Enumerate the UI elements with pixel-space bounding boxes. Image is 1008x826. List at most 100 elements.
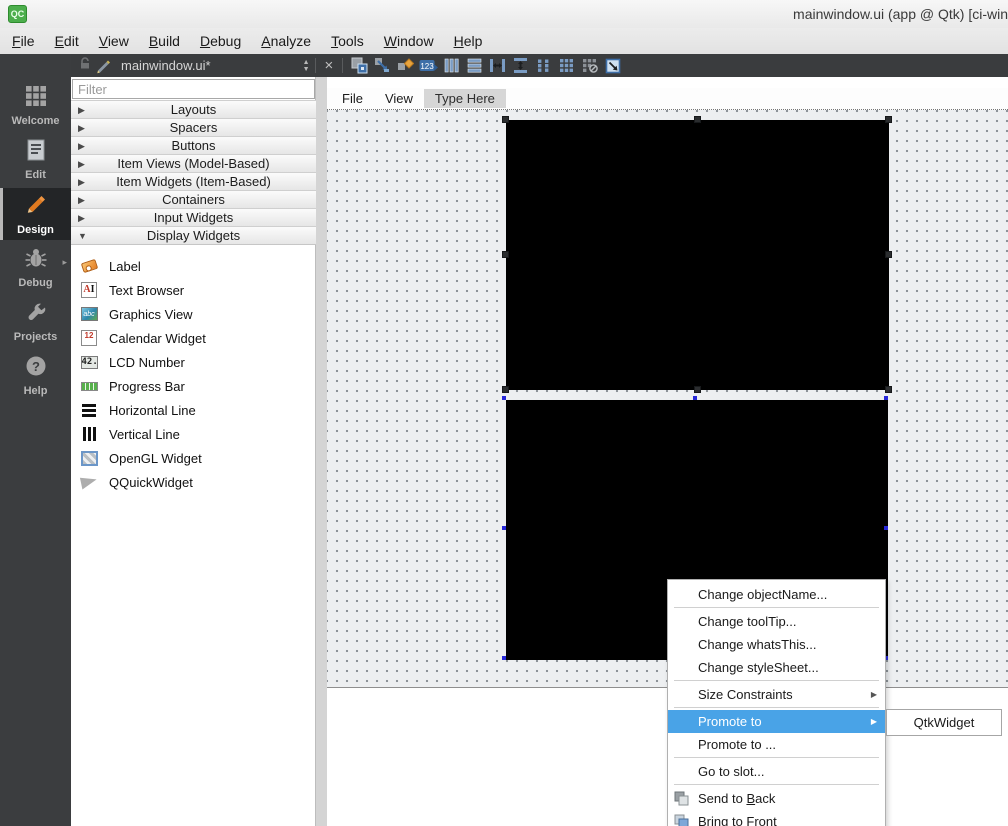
- edit-widgets-icon[interactable]: [348, 55, 371, 76]
- widget-filter-input[interactable]: [72, 79, 315, 99]
- resize-handle[interactable]: [502, 396, 506, 400]
- category-display-widgets[interactable]: ▼Display Widgets: [71, 226, 316, 245]
- category-item-views[interactable]: ▶Item Views (Model-Based): [71, 154, 316, 173]
- widget-calendar[interactable]: 12Calendar Widget: [71, 326, 316, 350]
- layout-grid-icon[interactable]: [555, 55, 578, 76]
- edit-buddies-icon[interactable]: [394, 55, 417, 76]
- widget-horizontal-line[interactable]: Horizontal Line: [71, 398, 316, 422]
- resize-handle[interactable]: [885, 386, 892, 393]
- menu-change-tooltip[interactable]: Change toolTip...: [668, 610, 885, 633]
- resize-handle[interactable]: [885, 251, 892, 258]
- open-document-name[interactable]: mainwindow.ui*: [121, 58, 211, 73]
- mode-help[interactable]: ? Help: [0, 350, 71, 402]
- horizontal-line-icon: [80, 401, 98, 419]
- menu-promote-to[interactable]: Promote to▶: [668, 710, 885, 733]
- resize-handle[interactable]: [885, 116, 892, 123]
- close-document-icon[interactable]: ×: [321, 57, 338, 74]
- menu-bring-to-front[interactable]: Bring to Front: [668, 810, 885, 826]
- resize-handle[interactable]: [502, 251, 509, 258]
- resize-handle[interactable]: [694, 386, 701, 393]
- menu-help-mnemonic: H: [454, 33, 464, 49]
- menu-separator: [674, 784, 879, 785]
- widget-qquick[interactable]: QQuickWidget: [71, 470, 316, 494]
- menu-send-to-back[interactable]: Send to Back: [668, 787, 885, 810]
- category-input-widgets[interactable]: ▶Input Widgets: [71, 208, 316, 227]
- widget-vertical-line[interactable]: Vertical Line: [71, 422, 316, 446]
- menu-go-to-slot[interactable]: Go to slot...: [668, 760, 885, 783]
- menu-help[interactable]: Help: [444, 30, 493, 52]
- promote-to-submenu: QtkWidget: [886, 709, 1002, 736]
- form-menu-view[interactable]: View: [374, 89, 424, 108]
- menu-promote-to-dialog[interactable]: Promote to ...: [668, 733, 885, 756]
- category-buttons[interactable]: ▶Buttons: [71, 136, 316, 155]
- mode-projects[interactable]: Projects: [0, 296, 71, 348]
- menu-edit[interactable]: Edit: [45, 30, 89, 52]
- widget-label[interactable]: Label: [71, 254, 316, 278]
- menu-analyze[interactable]: Analyze: [251, 30, 321, 52]
- submenu-qtkwidget[interactable]: QtkWidget: [914, 715, 975, 730]
- widget-item-label: Label: [109, 259, 141, 274]
- layout-horizontally-icon[interactable]: [440, 55, 463, 76]
- menu-analyze-label: nalyze: [271, 33, 311, 49]
- menu-view[interactable]: View: [89, 30, 139, 52]
- collapsed-arrow-icon: ▶: [78, 173, 85, 191]
- widget-progress-bar[interactable]: Progress Bar: [71, 374, 316, 398]
- resize-handle[interactable]: [502, 526, 506, 530]
- resize-handle[interactable]: [502, 656, 506, 660]
- resize-handle[interactable]: [884, 526, 888, 530]
- category-item-widgets[interactable]: ▶Item Widgets (Item-Based): [71, 172, 316, 191]
- mode-design[interactable]: Design: [0, 188, 71, 240]
- widget-item-label: QQuickWidget: [109, 475, 193, 490]
- layout-vertical-splitter-icon[interactable]: [509, 55, 532, 76]
- promoted-widget-top[interactable]: [506, 120, 889, 390]
- edit-tab-order-icon[interactable]: 123: [417, 55, 440, 76]
- layout-vertically-icon[interactable]: [463, 55, 486, 76]
- menu-change-stylesheet[interactable]: Change styleSheet...: [668, 656, 885, 679]
- welcome-grid-icon: [25, 85, 47, 112]
- resize-handle[interactable]: [502, 116, 509, 123]
- category-containers[interactable]: ▶Containers: [71, 190, 316, 209]
- resize-handle[interactable]: [884, 396, 888, 400]
- edit-document-pencil-icon[interactable]: [92, 55, 115, 76]
- menu-debug[interactable]: Debug: [190, 30, 251, 52]
- menu-change-whatsthis[interactable]: Change whatsThis...: [668, 633, 885, 656]
- form-menu-type-here[interactable]: Type Here: [424, 89, 506, 108]
- document-switcher-spinner[interactable]: ▲ ▼: [303, 59, 310, 73]
- menu-tools[interactable]: Tools: [321, 30, 374, 52]
- spinner-down-icon[interactable]: ▼: [303, 66, 310, 73]
- toolbar-separator: [342, 58, 343, 73]
- resize-handle[interactable]: [694, 116, 701, 123]
- menu-build[interactable]: Build: [139, 30, 190, 52]
- widget-item-label: Vertical Line: [109, 427, 180, 442]
- category-label: Item Views (Model-Based): [117, 156, 269, 171]
- menu-change-objectname[interactable]: Change objectName...: [668, 583, 885, 606]
- menu-file[interactable]: File: [2, 30, 45, 52]
- menu-separator: [674, 757, 879, 758]
- menu-size-constraints[interactable]: Size Constraints▶: [668, 683, 885, 706]
- edit-signals-slots-icon[interactable]: [371, 55, 394, 76]
- menu-window[interactable]: Window: [374, 30, 444, 52]
- mode-edit[interactable]: Edit: [0, 134, 71, 186]
- category-spacers[interactable]: ▶Spacers: [71, 118, 316, 137]
- menu-debug-label: ebug: [210, 33, 241, 49]
- resize-handle[interactable]: [502, 386, 509, 393]
- category-label: Containers: [162, 192, 225, 207]
- mode-debug[interactable]: Debug ▸: [0, 242, 71, 294]
- collapsed-arrow-icon: ▶: [78, 119, 85, 137]
- debug-flyout-arrow-icon[interactable]: ▸: [62, 257, 67, 268]
- break-layout-icon[interactable]: [578, 55, 601, 76]
- adjust-size-icon[interactable]: [601, 55, 624, 76]
- widget-graphics-view[interactable]: abcGraphics View: [71, 302, 316, 326]
- mode-welcome[interactable]: Welcome: [0, 80, 71, 132]
- widget-opengl[interactable]: OpenGL Widget: [71, 446, 316, 470]
- layout-horizontal-splitter-icon[interactable]: [486, 55, 509, 76]
- layout-form-icon[interactable]: [532, 55, 555, 76]
- category-layouts[interactable]: ▶Layouts: [71, 100, 316, 119]
- spinner-up-icon[interactable]: ▲: [303, 59, 310, 66]
- collapsed-arrow-icon: ▶: [78, 137, 85, 155]
- lock-icon[interactable]: [78, 56, 92, 75]
- widget-text-browser[interactable]: AIText Browser: [71, 278, 316, 302]
- widget-lcd-number[interactable]: 42.LCD Number: [71, 350, 316, 374]
- form-menu-file[interactable]: File: [331, 89, 374, 108]
- resize-handle[interactable]: [693, 396, 697, 400]
